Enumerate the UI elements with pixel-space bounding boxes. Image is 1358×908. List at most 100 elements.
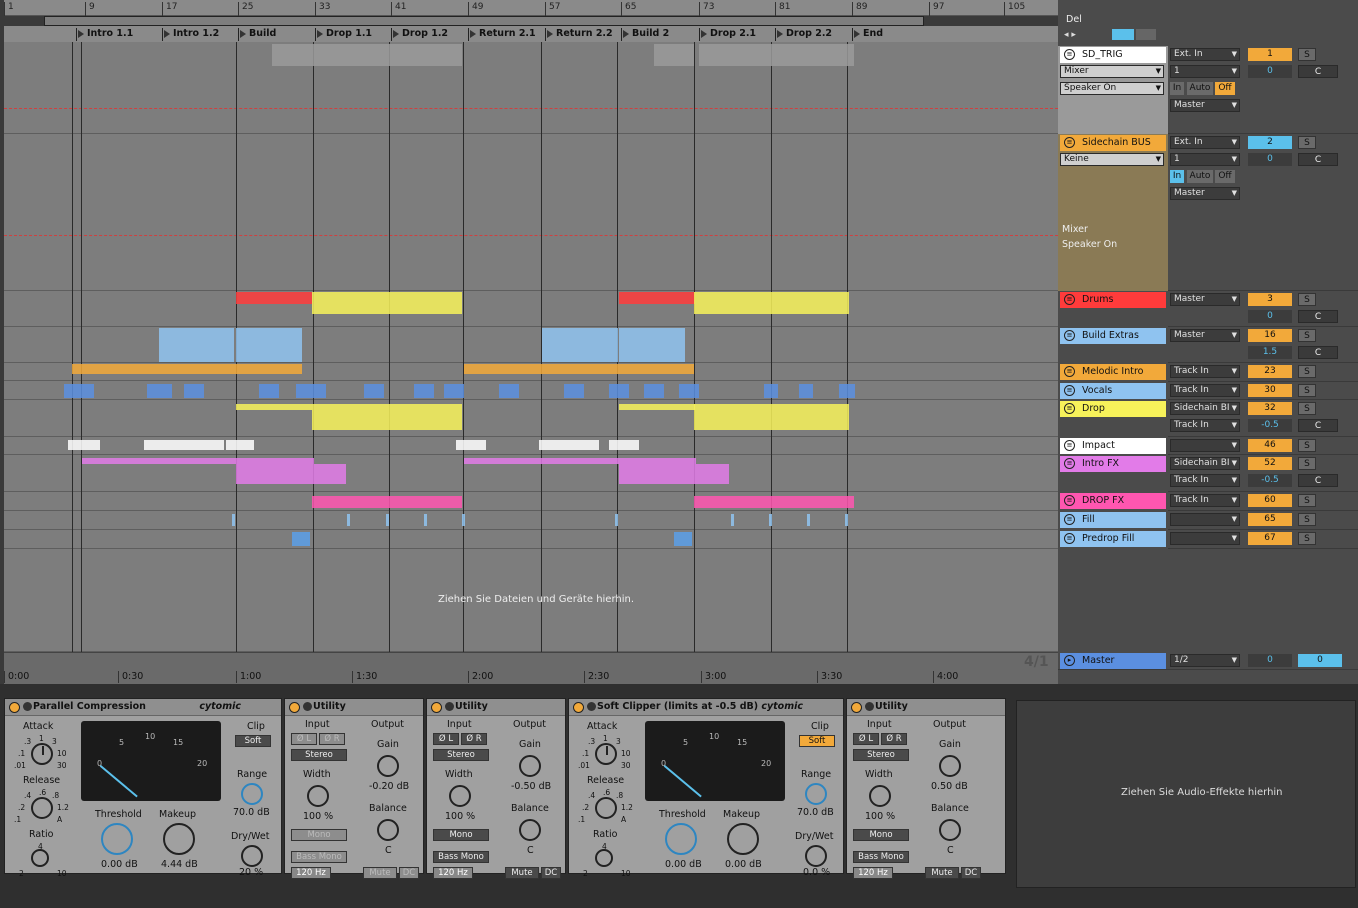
track-lane[interactable] [4, 492, 1058, 511]
arrangement-clip[interactable] [845, 514, 848, 526]
range-knob[interactable] [805, 783, 827, 805]
loop-brace[interactable] [44, 16, 924, 26]
arrangement-clip[interactable] [312, 292, 462, 314]
bass-mono-freq[interactable]: 120 Hz [853, 867, 893, 879]
locator-marker[interactable]: Drop 2.2 [775, 28, 832, 41]
expand-icon[interactable] [1112, 29, 1134, 40]
device-title-bar[interactable]: Parallel Compression cytomic [5, 699, 281, 716]
arrangement-clip[interactable] [644, 384, 664, 398]
track-value[interactable]: 65 [1248, 513, 1292, 526]
arrangement-clip[interactable] [184, 384, 204, 398]
master-pan[interactable]: 0 [1248, 654, 1292, 667]
track-fold-icon[interactable]: ≡ [1064, 137, 1075, 148]
track-name[interactable]: ≡ SD_TRIG [1060, 47, 1166, 63]
solo-button[interactable]: S [1298, 136, 1316, 149]
arrangement-clip[interactable] [364, 384, 384, 398]
master-track-name[interactable]: ▸ Master [1060, 653, 1166, 669]
stereo-mode-dropdown[interactable]: Stereo [853, 749, 909, 761]
bar-ruler[interactable]: 1 9 17 25 33 41 49 57 65 73 81 89 97 105 [4, 0, 1058, 16]
arrangement-clip[interactable] [312, 496, 462, 508]
audio-fx-drop-zone[interactable]: Ziehen Sie Audio-Effekte hierhin [1016, 700, 1356, 888]
track-lane[interactable] [4, 511, 1058, 530]
arrangement-clip[interactable] [615, 514, 618, 526]
range-knob[interactable] [241, 783, 263, 805]
time-ruler[interactable]: 4/1 0:00 0:30 1:00 1:30 2:00 2:30 3:00 3:30 4:00 [4, 652, 1058, 684]
dc-button[interactable]: DC [961, 867, 981, 879]
routing-dropdown[interactable]: Track In [1170, 384, 1240, 397]
arrangement-clip[interactable] [386, 514, 389, 526]
device-title-bar[interactable]: Utility [847, 699, 1005, 716]
ratio-knob[interactable] [595, 849, 613, 867]
routing-dropdown[interactable]: Keine [1060, 153, 1164, 166]
routing-dropdown[interactable] [1170, 532, 1240, 545]
release-knob[interactable] [595, 797, 617, 819]
mute-button[interactable]: Mute [363, 867, 397, 879]
track-name[interactable]: ≡ Drop [1060, 401, 1166, 417]
gain-knob[interactable] [519, 755, 541, 777]
routing-dropdown[interactable]: Track In [1170, 494, 1240, 507]
routing-dropdown[interactable]: Ext. In [1170, 136, 1240, 149]
routing-dropdown[interactable] [1170, 439, 1240, 452]
arrangement-clip[interactable] [619, 328, 685, 362]
solo-button[interactable]: S [1298, 457, 1316, 470]
clip-mode-button[interactable]: Soft [235, 735, 271, 747]
arrangement-clip[interactable] [542, 328, 618, 362]
solo-button[interactable]: S [1298, 532, 1316, 545]
gain-knob[interactable] [939, 755, 961, 777]
solo-button[interactable]: S [1298, 365, 1316, 378]
arrangement-clip[interactable] [694, 496, 854, 508]
arrangement-clip[interactable] [699, 44, 854, 66]
track-fold-icon[interactable]: ≡ [1064, 495, 1075, 506]
locator-bar[interactable]: Intro 1.1 Intro 1.2 Build Drop 1.1 Drop 1.2 R… [4, 26, 1058, 42]
track-fold-icon[interactable]: ≡ [1064, 514, 1075, 525]
arrangement-clip[interactable] [68, 440, 100, 450]
track-value[interactable]: 30 [1248, 384, 1292, 397]
track-value[interactable]: 0 [1248, 310, 1292, 323]
arrangement-clip[interactable] [462, 514, 465, 526]
arrangement-clip[interactable] [464, 364, 694, 374]
arrangement-clip[interactable] [72, 364, 302, 374]
lock-icon[interactable] [1136, 29, 1156, 40]
phase-left-button[interactable]: Ø L [433, 733, 459, 745]
device-power-icon[interactable] [431, 702, 442, 713]
device-power-icon[interactable] [851, 702, 862, 713]
arrangement-clip[interactable] [694, 404, 849, 430]
master-volume[interactable]: 0 [1298, 654, 1342, 667]
track-name[interactable]: ≡ Fill [1060, 512, 1166, 528]
makeup-knob[interactable] [163, 823, 195, 855]
automation-line[interactable] [4, 108, 1058, 109]
track-name[interactable]: ≡ Drums [1060, 292, 1166, 308]
device-title-bar[interactable]: Soft Clipper (limits at -0.5 dB) cytomic [569, 699, 843, 716]
track-lane[interactable] [4, 400, 1058, 437]
track-value[interactable]: 1 [1248, 48, 1292, 61]
nav-left-icon[interactable]: ◂ ▸ [1064, 30, 1076, 40]
arrangement-clip[interactable] [144, 440, 224, 450]
track-lane[interactable] [4, 134, 1058, 291]
pan-center-button[interactable]: C [1298, 153, 1338, 166]
routing-dropdown[interactable]: Master [1170, 293, 1240, 306]
routing-dropdown[interactable]: 1 [1170, 65, 1240, 78]
routing-dropdown[interactable] [1170, 513, 1240, 526]
solo-button[interactable]: S [1298, 329, 1316, 342]
device-fold-icon[interactable] [587, 702, 596, 711]
track-value[interactable]: 2 [1248, 136, 1292, 149]
routing-dropdown[interactable]: Sidechain BI [1170, 457, 1240, 470]
track-value[interactable]: -0.5 [1248, 474, 1292, 487]
arrangement-clip[interactable] [619, 464, 729, 484]
device-fold-icon[interactable] [303, 702, 312, 711]
balance-knob[interactable] [377, 819, 399, 841]
master-fold-icon[interactable]: ▸ [1064, 655, 1075, 666]
routing-dropdown[interactable]: Ext. In [1170, 48, 1240, 61]
routing-dropdown[interactable]: Master [1170, 99, 1240, 112]
monitor-button[interactable]: Auto [1187, 170, 1213, 183]
arrangement-clip[interactable] [609, 384, 629, 398]
locator-marker[interactable]: Drop 1.2 [391, 28, 448, 41]
arrangement-clip[interactable] [674, 532, 692, 546]
device-power-icon[interactable] [9, 702, 20, 713]
locator-marker[interactable]: Return 2.1 [468, 28, 536, 41]
phase-right-button[interactable]: Ø R [881, 733, 907, 745]
routing-dropdown[interactable]: Track In [1170, 474, 1240, 487]
release-knob[interactable] [31, 797, 53, 819]
gain-knob[interactable] [377, 755, 399, 777]
track-value[interactable]: 46 [1248, 439, 1292, 452]
